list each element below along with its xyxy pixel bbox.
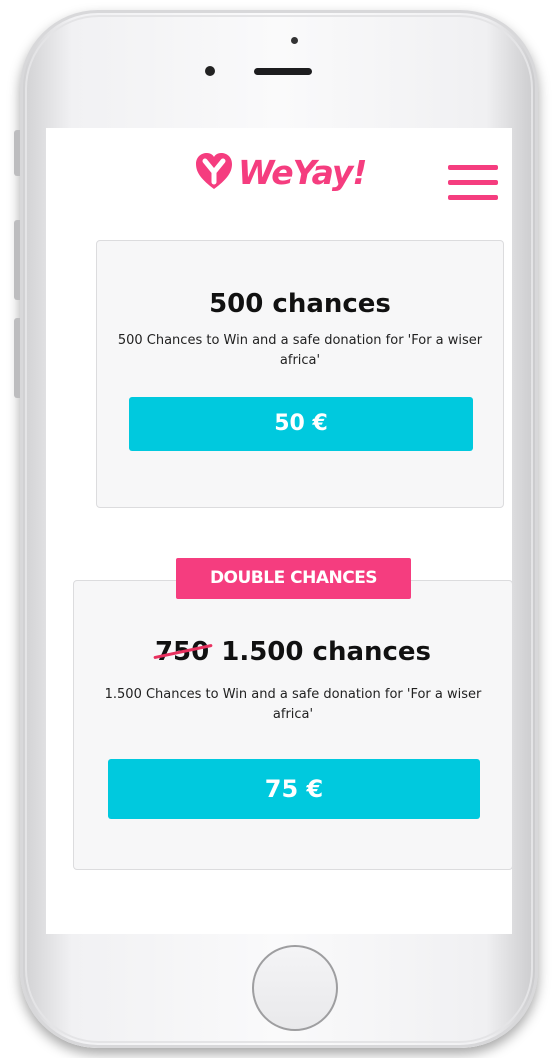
hamburger-menu-icon[interactable] (448, 165, 498, 201)
buy-75-button[interactable]: 75 € (108, 759, 480, 819)
phone-screen: WeYay! 500 chances 500 Chances to Win an… (46, 128, 512, 934)
heart-y-logo-icon (196, 153, 232, 189)
proximity-sensor (291, 37, 298, 44)
offer-title: 500 chances (209, 289, 391, 319)
double-chances-badge: DOUBLE CHANCES (176, 558, 411, 599)
offer-title: 750 1.500 chances (74, 637, 512, 667)
brand-logo[interactable]: WeYay! (194, 152, 367, 192)
mute-switch (14, 130, 20, 176)
old-chances-strikethrough: 750 (154, 637, 210, 667)
buy-50-button[interactable]: 50 € (129, 397, 473, 451)
volume-up-button (14, 220, 20, 300)
offer-card-500: 500 chances 500 Chances to Win and a saf… (96, 240, 504, 508)
front-camera (205, 66, 215, 76)
volume-down-button (14, 318, 20, 398)
new-chances-title: 1.500 chances (221, 637, 432, 667)
offer-card-1500: 750 1.500 chances 1.500 Chances to Win an… (73, 580, 512, 870)
brand-name: WeYay! (238, 152, 367, 192)
offer-description: 500 Chances to Win and a safe donation f… (117, 333, 483, 368)
app-header: WeYay! (46, 128, 512, 228)
home-button[interactable] (252, 945, 338, 1031)
earpiece-speaker (254, 68, 312, 75)
offer-description: 1.500 Chances to Win and a safe donation… (104, 687, 482, 722)
